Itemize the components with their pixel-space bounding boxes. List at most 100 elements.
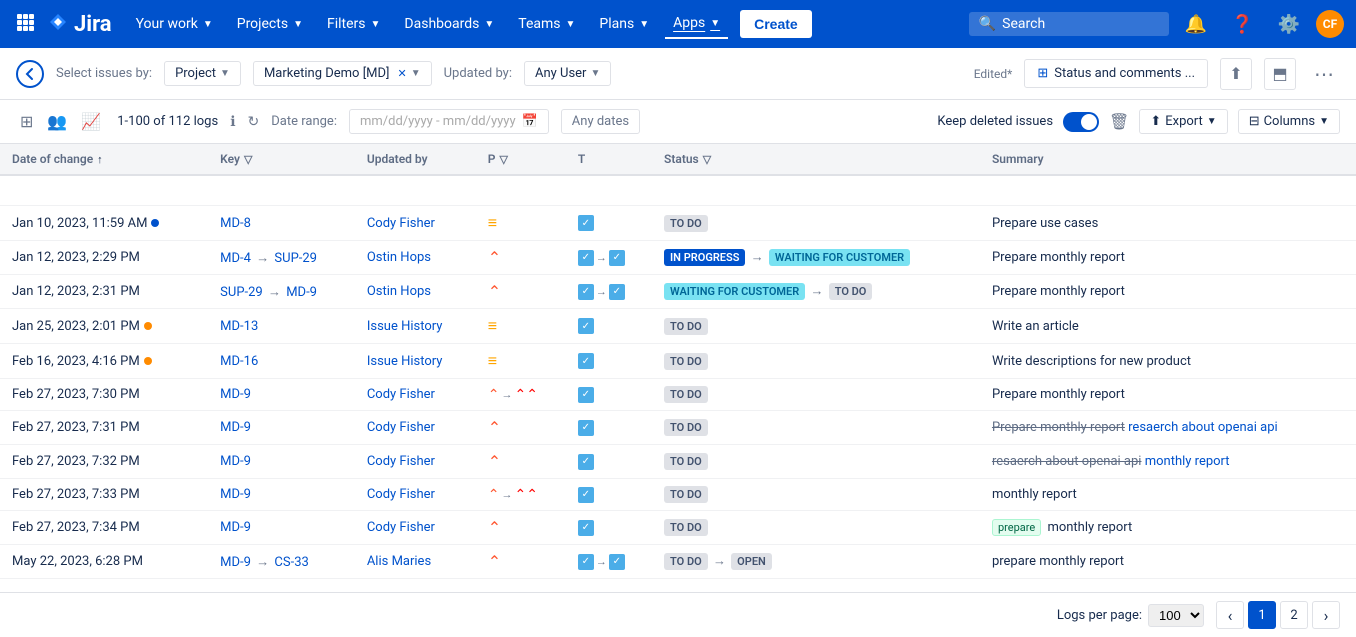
user-link[interactable]: Cody Fisher [367, 216, 435, 231]
key-link[interactable]: MD-9 [220, 454, 251, 469]
key-link2[interactable]: SUP-29 [274, 251, 317, 266]
notifications-icon[interactable]: 🔔 [1177, 10, 1215, 39]
key-cell: MD-13 [208, 309, 355, 344]
grid-columns-icon: ⊞ [1037, 66, 1048, 81]
status-badge-from: IN PROGRESS [664, 249, 745, 266]
sort-date-icon[interactable]: ↑ [97, 153, 103, 166]
type-cell: ✓ [566, 445, 652, 479]
col-summary: Summary [980, 144, 1356, 175]
people-view-icon[interactable]: 👥 [43, 108, 71, 135]
user-link[interactable]: Alis Maries [367, 554, 431, 569]
nav-filters[interactable]: Filters▼ [319, 10, 388, 38]
key-link2[interactable]: MD-9 [286, 285, 317, 300]
page-2-button[interactable]: 2 [1280, 601, 1308, 629]
user-link[interactable]: Issue History [367, 319, 443, 334]
export-icon[interactable]: ⬒ [1264, 58, 1296, 90]
refresh-icon[interactable]: ↻ [248, 114, 260, 130]
project-filter[interactable]: Project ▼ [164, 61, 241, 86]
jira-logo[interactable]: Jira [46, 12, 112, 37]
back-icon[interactable] [16, 60, 44, 88]
key-link[interactable]: MD-9 [220, 387, 251, 402]
user-link[interactable]: Ostin Hops [367, 250, 431, 265]
type-cell: ✓ [566, 309, 652, 344]
key-link[interactable]: MD-9 [220, 487, 251, 502]
user-link[interactable]: Cody Fisher [367, 387, 435, 402]
summary-text: prepare monthly report [992, 554, 1124, 569]
user-link[interactable]: Cody Fisher [367, 520, 435, 535]
filter-key-icon[interactable]: ▽ [244, 153, 252, 166]
nav-your-work[interactable]: Your work▼ [128, 10, 221, 38]
date-preset-button[interactable]: Any dates [561, 109, 640, 134]
dot-blue [151, 219, 159, 227]
search-box[interactable]: 🔍 Search [969, 12, 1169, 36]
col-type: T [566, 144, 652, 175]
user-link[interactable]: Ostin Hops [367, 284, 431, 299]
priority-cell: ⌃ [476, 445, 566, 479]
type-cell [566, 175, 652, 206]
status-arrow: → [810, 284, 823, 299]
key-link[interactable]: MD-4 [220, 251, 251, 266]
settings-icon[interactable]: ⚙️ [1270, 10, 1308, 39]
export-button[interactable]: ⬆ Export ▼ [1139, 109, 1227, 134]
trash-icon[interactable]: 🗑 [1109, 112, 1129, 131]
apps-grid-icon[interactable] [12, 9, 38, 40]
project-value-filter[interactable]: Marketing Demo [MD] ✕ ▼ [253, 61, 432, 86]
grid-view-icon[interactable]: ⊞ [16, 108, 37, 135]
updated-by-filter[interactable]: Any User ▼ [524, 61, 611, 86]
col-updated-by: Updated by [355, 144, 476, 175]
status-badge-to: WAITING FOR CUSTOMER [769, 249, 910, 266]
user-link[interactable]: Cody Fisher [367, 420, 435, 435]
page-1-button[interactable]: 1 [1248, 601, 1276, 629]
user-link[interactable]: Cody Fisher [367, 487, 435, 502]
key-link[interactable]: MD-9 [220, 420, 251, 435]
share-icon[interactable]: ⬆ [1220, 58, 1252, 90]
key-link[interactable]: MD-16 [220, 354, 258, 369]
key-link[interactable]: MD-13 [220, 319, 258, 334]
user-link[interactable]: Issue History [367, 354, 443, 369]
filter-status-icon[interactable]: ▽ [703, 153, 711, 166]
next-page-button[interactable]: › [1312, 601, 1340, 629]
summary-extra: monthly report [1047, 520, 1132, 535]
type-task-icon: ✓ [578, 487, 594, 503]
key-link[interactable]: MD-8 [220, 216, 251, 231]
type-task-icon: ✓ [578, 387, 594, 403]
prev-page-button[interactable]: ‹ [1216, 601, 1244, 629]
date-range-input[interactable]: mm/dd/yyyy - mm/dd/yyyy 📅 [349, 109, 549, 134]
key-link2[interactable]: CS-33 [274, 555, 308, 570]
key-cell: MD-16 [208, 344, 355, 379]
key-cell: SUP-29 → MD-9 [208, 275, 355, 309]
key-link[interactable]: SUP-29 [220, 285, 263, 300]
user-link[interactable]: Cody Fisher [367, 454, 435, 469]
summary-cell: Prepare use cases [980, 206, 1356, 241]
more-options-icon[interactable]: ⋯ [1308, 58, 1340, 90]
filter-priority-icon[interactable]: ▽ [499, 153, 507, 166]
logs-table: Date of change ↑ Key ▽ Updated by [0, 144, 1356, 579]
summary-cell: Prepare monthly report [980, 379, 1356, 411]
help-icon[interactable]: ❓ [1223, 10, 1261, 39]
nav-dashboards[interactable]: Dashboards▼ [396, 10, 502, 38]
priority-cell: ⌃ [476, 511, 566, 545]
date-cell: May 22, 2023, 6:28 PM [0, 545, 208, 579]
priority-high-icon: ⌃ [488, 418, 501, 437]
nav-projects[interactable]: Projects▼ [229, 10, 311, 38]
nav-apps[interactable]: Apps▼ [665, 9, 728, 39]
keep-deleted-toggle[interactable] [1063, 112, 1099, 132]
type-cell: ✓ → ✓ [566, 545, 652, 579]
key-link[interactable]: MD-9 [220, 520, 251, 535]
priority-cell: ⌃ [476, 545, 566, 579]
priority-high-icon: ⌃ [488, 452, 501, 471]
columns-button[interactable]: ⊟ Columns ▼ [1238, 109, 1340, 134]
logs-per-page-select[interactable]: 100 50 25 [1148, 604, 1204, 627]
summary-strikethrough: resaerch about openai api [992, 454, 1142, 469]
chart-view-icon[interactable]: 📈 [77, 108, 105, 135]
key-link[interactable]: MD-9 [220, 555, 251, 570]
avatar[interactable]: CF [1316, 10, 1344, 38]
top-navigation: Jira Your work▼ Projects▼ Filters▼ Dashb… [0, 0, 1356, 48]
updated-by-cell: Alis Maries [355, 545, 476, 579]
nav-teams[interactable]: Teams▼ [510, 10, 583, 38]
status-comments-button[interactable]: ⊞ Status and comments ... [1024, 59, 1208, 88]
status-cell: TO DO [652, 479, 980, 511]
create-button[interactable]: Create [740, 10, 812, 38]
nav-plans[interactable]: Plans▼ [591, 10, 657, 38]
info-icon[interactable]: ℹ [230, 114, 235, 130]
